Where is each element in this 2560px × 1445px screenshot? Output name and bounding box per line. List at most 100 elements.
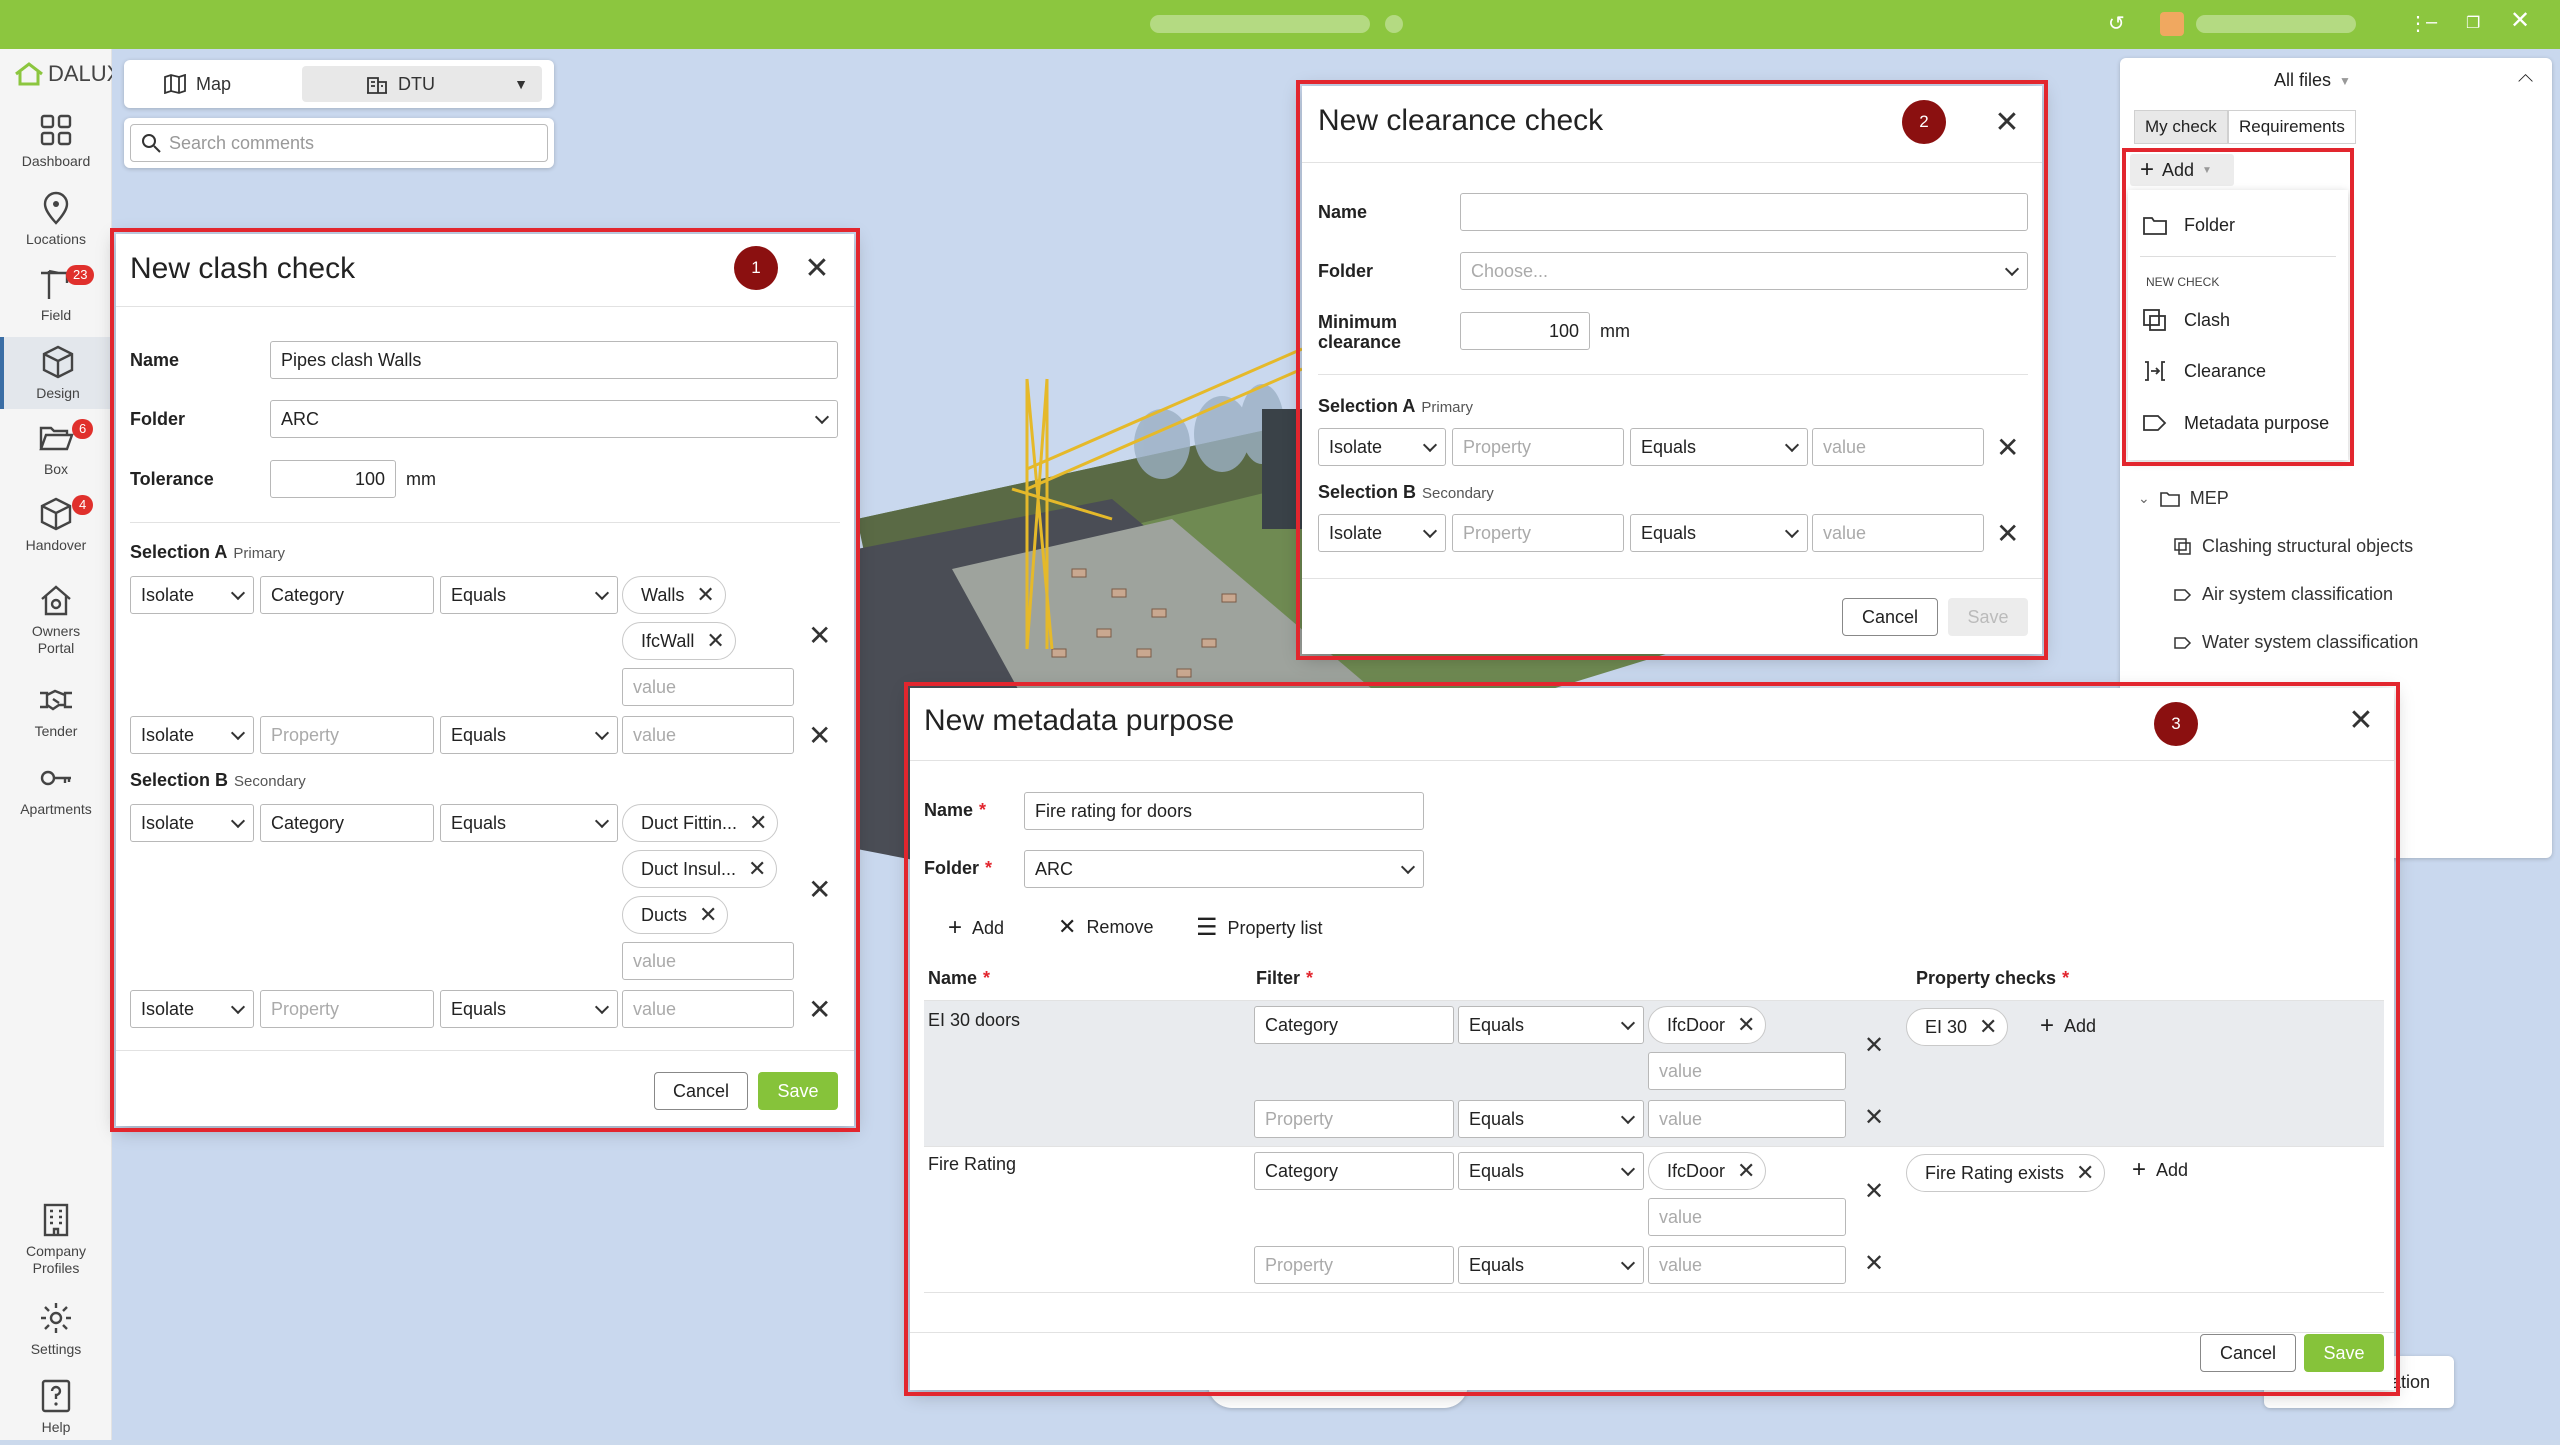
remove-row-icon[interactable]: ✕: [1996, 520, 2019, 548]
dalux-logo[interactable]: DALUX: [14, 61, 121, 87]
folder-select[interactable]: Choose...: [1460, 252, 2028, 290]
menu-item-clearance[interactable]: Clearance: [2142, 360, 2266, 382]
isolate-select[interactable]: Isolate: [130, 576, 254, 614]
remove-chip-icon[interactable]: ✕: [749, 810, 767, 836]
add-check-button[interactable]: + Add: [2040, 1014, 2096, 1038]
remove-row-icon[interactable]: ✕: [808, 622, 831, 650]
filter-property-input[interactable]: Category: [1254, 1006, 1454, 1044]
filter-property-input[interactable]: Property: [1254, 1100, 1454, 1138]
remove-row-button[interactable]: ✕ Remove: [1058, 916, 1153, 938]
nav-owners-portal[interactable]: Owners Portal: [0, 581, 112, 657]
value-chip[interactable]: IfcDoor ✕: [1648, 1006, 1767, 1044]
save-button[interactable]: Save: [2304, 1334, 2384, 1372]
search-input[interactable]: Search comments: [130, 124, 548, 162]
save-button[interactable]: Save: [1948, 598, 2028, 636]
nav-design[interactable]: Design: [0, 337, 112, 409]
nav-locations[interactable]: Locations: [0, 189, 112, 248]
nav-field[interactable]: Field 23: [0, 265, 112, 324]
name-input[interactable]: Pipes clash Walls: [270, 341, 838, 379]
value-chip[interactable]: Ducts ✕: [622, 896, 729, 934]
close-icon[interactable]: ✕: [802, 254, 832, 284]
remove-chip-icon[interactable]: ✕: [696, 582, 714, 608]
menu-dots-icon[interactable]: ⋮: [2408, 12, 2428, 36]
property-list-button[interactable]: ☰ Property list: [1196, 916, 1323, 940]
tree-item[interactable]: Clashing structural objects: [2174, 536, 2413, 557]
value-input[interactable]: value: [1812, 514, 1984, 552]
operator-select[interactable]: Equals: [1458, 1006, 1644, 1044]
operator-select[interactable]: Equals: [440, 716, 618, 754]
add-check-button[interactable]: + Add: [2132, 1158, 2188, 1182]
map-button[interactable]: Map: [150, 66, 300, 102]
property-input[interactable]: Property: [260, 990, 434, 1028]
nav-box[interactable]: Box 6: [0, 419, 112, 478]
remove-chip-icon[interactable]: ✕: [699, 902, 717, 928]
tolerance-input[interactable]: 100: [270, 460, 396, 498]
value-input[interactable]: value: [622, 668, 794, 706]
property-input[interactable]: Category: [260, 576, 434, 614]
clearance-input[interactable]: 100: [1460, 312, 1590, 350]
operator-select[interactable]: Equals: [1458, 1246, 1644, 1284]
folder-select[interactable]: ARC: [1024, 850, 1424, 888]
menu-item-folder[interactable]: Folder: [2142, 214, 2235, 236]
add-row-button[interactable]: + Add: [948, 916, 1004, 940]
operator-select[interactable]: Equals: [1458, 1152, 1644, 1190]
menu-item-clash[interactable]: Clash: [2142, 308, 2230, 332]
name-input[interactable]: Fire rating for doors: [1024, 792, 1424, 830]
save-button[interactable]: Save: [758, 1072, 838, 1110]
model-dropdown[interactable]: DTU ▼: [302, 66, 542, 102]
property-input[interactable]: Property: [1452, 514, 1624, 552]
nav-tender[interactable]: Tender: [0, 681, 112, 740]
tree-folder-mep[interactable]: ⌄ MEP: [2138, 488, 2229, 509]
tab-my-check[interactable]: My check: [2134, 110, 2228, 144]
isolate-select[interactable]: Isolate: [130, 716, 254, 754]
collapse-icon[interactable]: ⌵: [2518, 68, 2533, 91]
operator-select[interactable]: Equals: [1458, 1100, 1644, 1138]
operator-select[interactable]: Equals: [440, 576, 618, 614]
tab-requirements[interactable]: Requirements: [2228, 110, 2356, 144]
value-chip[interactable]: IfcWall ✕: [622, 622, 736, 660]
value-input[interactable]: value: [1648, 1100, 1846, 1138]
remove-row-icon[interactable]: ✕: [1996, 434, 2019, 462]
folder-select[interactable]: ARC: [270, 400, 838, 438]
add-button[interactable]: + Add ▼: [2130, 154, 2234, 186]
property-input[interactable]: Property: [260, 716, 434, 754]
remove-filter-icon[interactable]: ✕: [1864, 1034, 1884, 1058]
nav-apartments[interactable]: Apartments: [0, 759, 112, 818]
isolate-select[interactable]: Isolate: [1318, 514, 1446, 552]
property-input[interactable]: Property: [1452, 428, 1624, 466]
close-icon[interactable]: ✕: [2346, 706, 2376, 736]
tree-item[interactable]: Water system classification: [2174, 632, 2418, 653]
name-input[interactable]: [1460, 193, 2028, 231]
property-check-chip[interactable]: EI 30 ✕: [1906, 1008, 2009, 1046]
history-icon[interactable]: ↺: [2108, 12, 2125, 36]
property-check-chip[interactable]: Fire Rating exists ✕: [1906, 1154, 2106, 1192]
isolate-select[interactable]: Isolate: [1318, 428, 1446, 466]
property-input[interactable]: Category: [260, 804, 434, 842]
restore-icon[interactable]: ❐: [2466, 12, 2480, 36]
tree-item[interactable]: Air system classification: [2174, 584, 2393, 605]
value-input[interactable]: value: [1648, 1198, 1846, 1236]
close-window-icon[interactable]: ✕: [2510, 9, 2530, 33]
remove-row-icon[interactable]: ✕: [808, 876, 831, 904]
remove-chip-icon[interactable]: ✕: [1979, 1014, 1997, 1040]
remove-chip-icon[interactable]: ✕: [748, 856, 766, 882]
value-chip[interactable]: IfcDoor ✕: [1648, 1152, 1767, 1190]
value-chip[interactable]: Duct Fittin... ✕: [622, 804, 779, 842]
nav-help[interactable]: Help: [0, 1377, 112, 1436]
remove-row-icon[interactable]: ✕: [808, 722, 831, 750]
cancel-button[interactable]: Cancel: [654, 1072, 748, 1110]
isolate-select[interactable]: Isolate: [130, 804, 254, 842]
remove-filter-icon[interactable]: ✕: [1864, 1252, 1884, 1276]
remove-chip-icon[interactable]: ✕: [1737, 1158, 1755, 1184]
value-chip[interactable]: Walls ✕: [622, 576, 726, 614]
operator-select[interactable]: Equals: [440, 990, 618, 1028]
value-chip[interactable]: Duct Insul... ✕: [622, 850, 778, 888]
nav-company-profiles[interactable]: Company Profiles: [0, 1201, 112, 1277]
filter-property-input[interactable]: Property: [1254, 1246, 1454, 1284]
isolate-select[interactable]: Isolate: [130, 990, 254, 1028]
files-dropdown[interactable]: All files ▼: [2274, 70, 2351, 91]
cancel-button[interactable]: Cancel: [1842, 598, 1938, 636]
value-input[interactable]: value: [1648, 1246, 1846, 1284]
remove-filter-icon[interactable]: ✕: [1864, 1106, 1884, 1130]
value-input[interactable]: value: [622, 716, 794, 754]
